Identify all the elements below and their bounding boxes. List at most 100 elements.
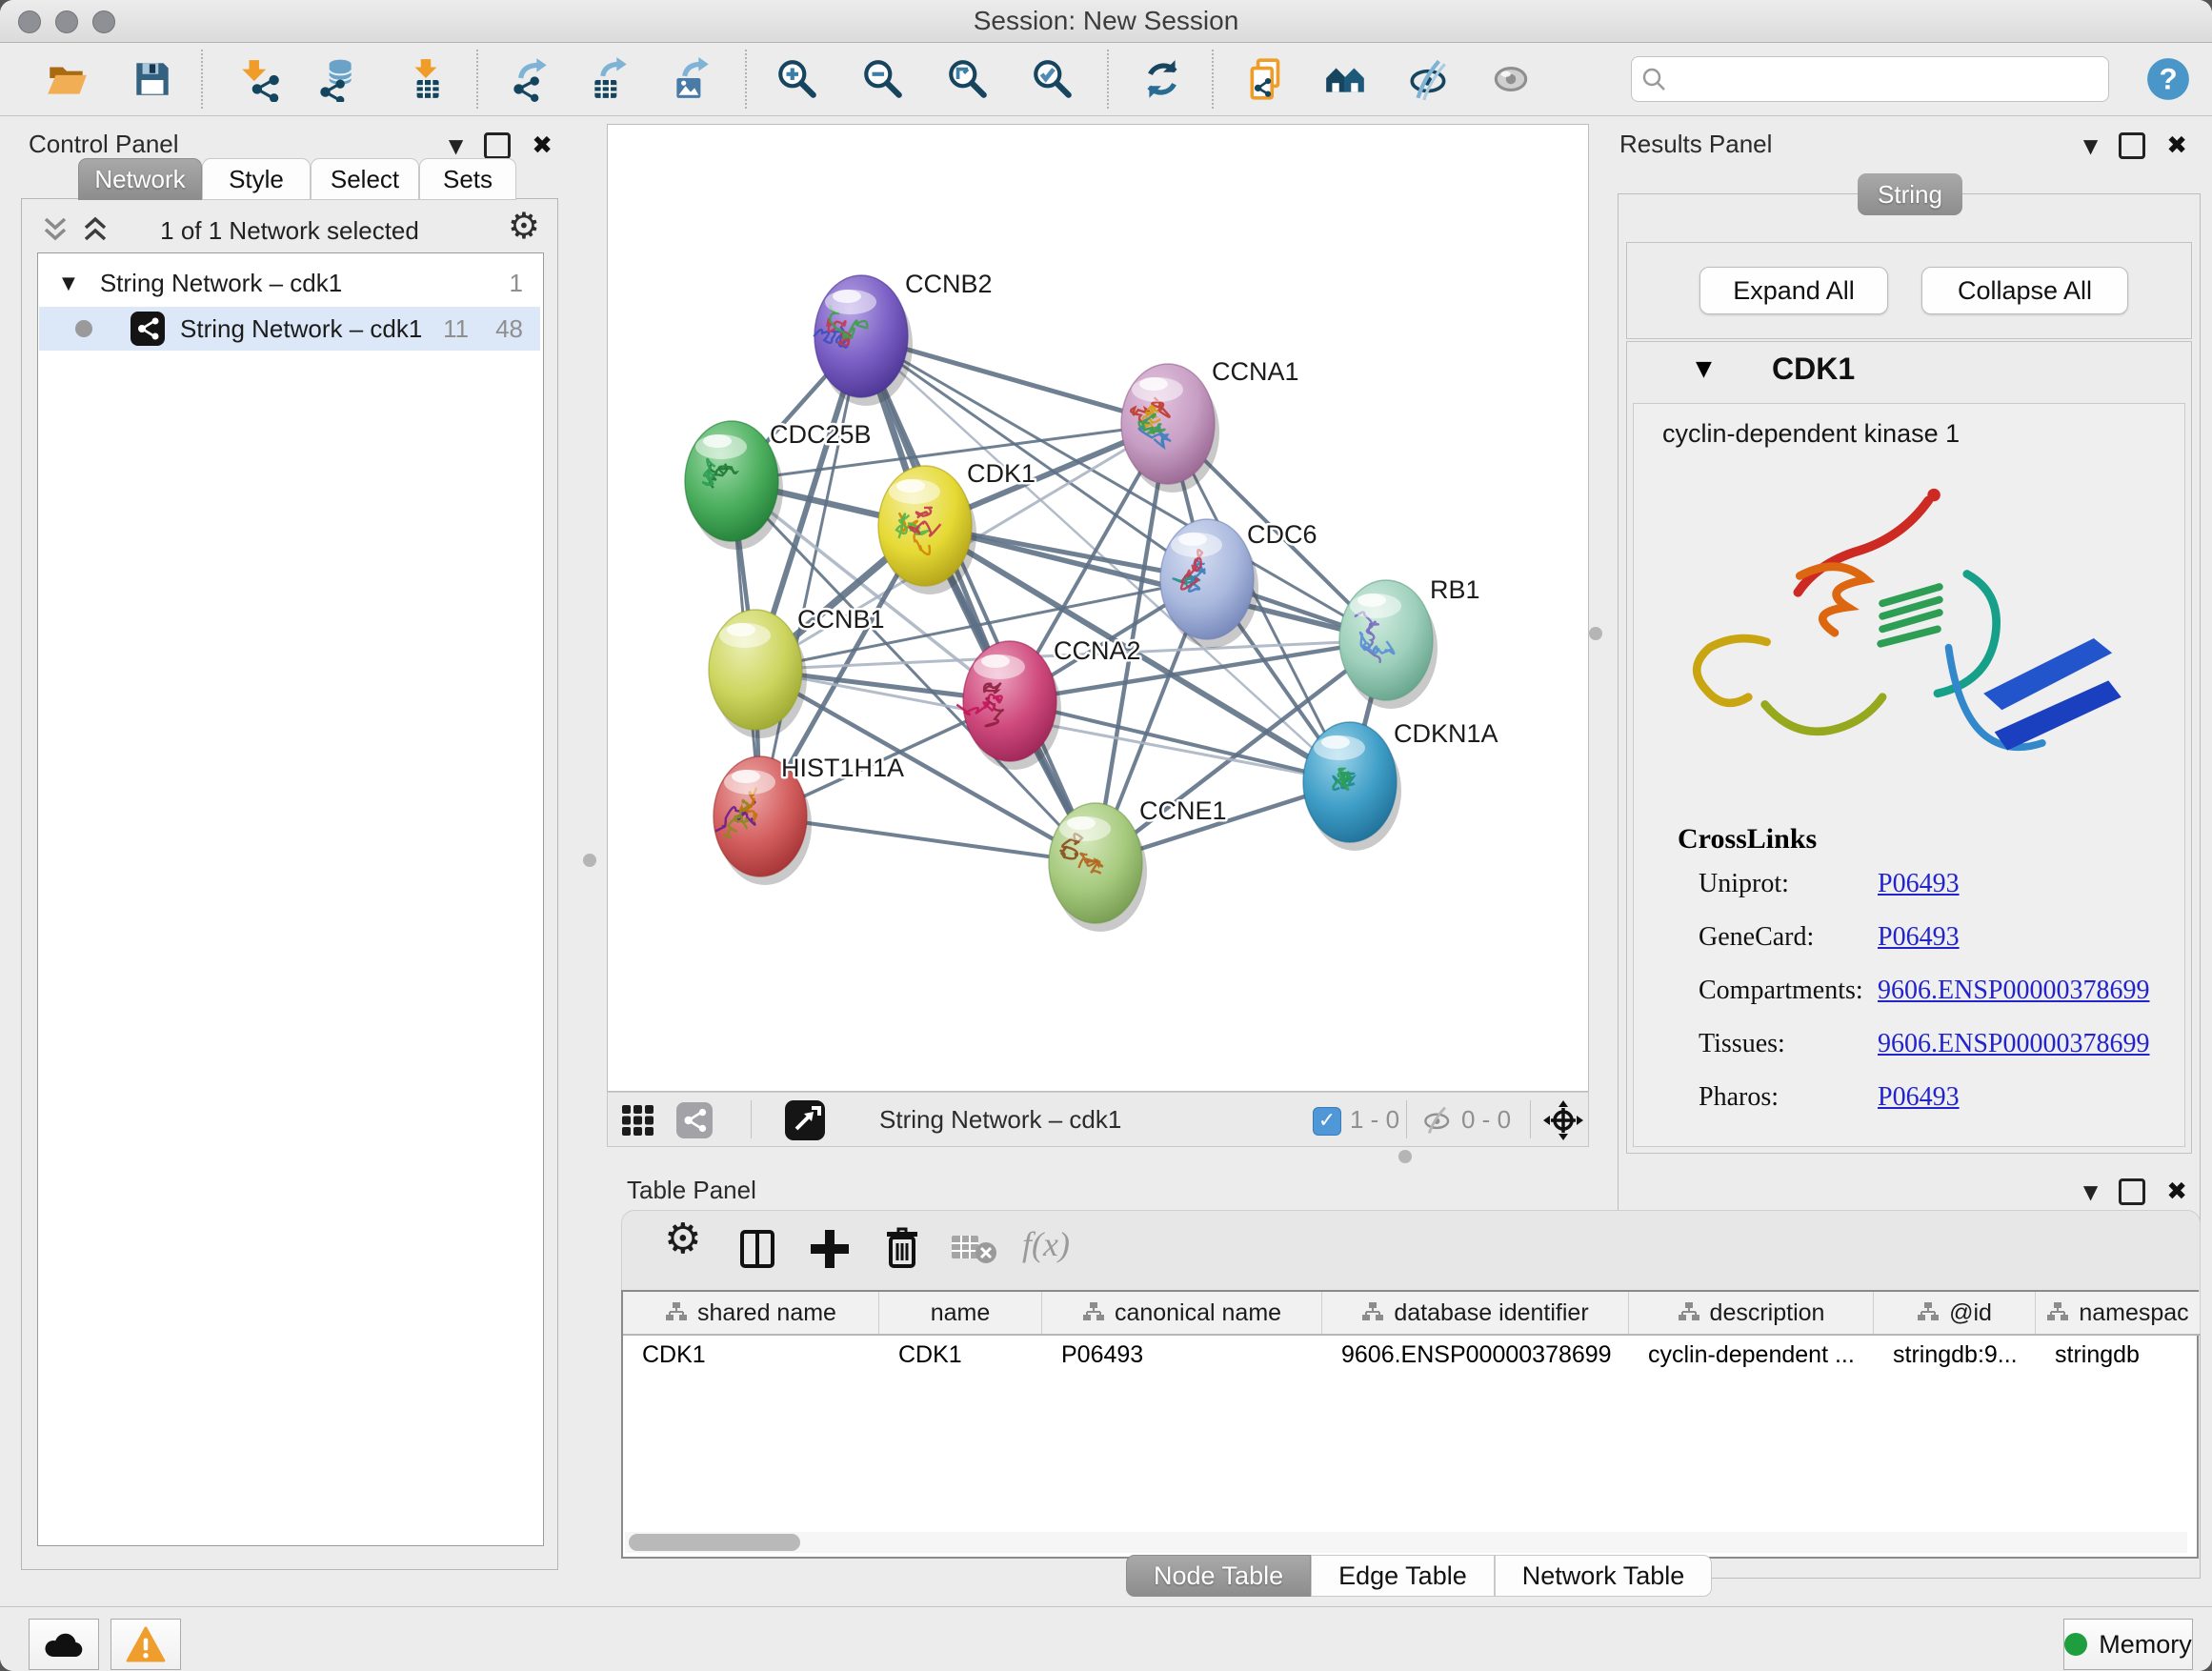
crosslink-value-link[interactable]: 9606.ENSP00000378699: [1878, 1029, 2149, 1059]
pan-crosshair-icon[interactable]: [1543, 1100, 1583, 1140]
close-panel-icon[interactable]: ✖: [2166, 131, 2187, 160]
crosslink-value-link[interactable]: P06493: [1878, 1082, 1960, 1113]
crosslink-value-link[interactable]: P06493: [1878, 869, 1960, 899]
table-row[interactable]: CDK1CDK1P064939606.ENSP00000378699cyclin…: [623, 1336, 2201, 1374]
network-canvas[interactable]: CCNB2CCNA1CDC25BCDK1CDC6RB1CCNB1CCNA2CDK…: [607, 124, 1589, 1092]
tab-network[interactable]: Network: [78, 158, 202, 200]
table-hscrollbar[interactable]: [625, 1532, 2187, 1553]
float-panel-icon[interactable]: [2119, 1178, 2145, 1205]
selected-checkbox[interactable]: ✓: [1313, 1107, 1341, 1136]
new-network-from-selection-button[interactable]: [1244, 56, 1290, 102]
gene-name: CDK1: [1772, 352, 1855, 387]
help-button[interactable]: ?: [2145, 56, 2191, 102]
cloud-status-button[interactable]: [29, 1619, 99, 1670]
tab-select[interactable]: Select: [311, 158, 419, 200]
panel-menu-icon[interactable]: ▼: [449, 134, 463, 157]
network-collection-row[interactable]: ▼ String Network – cdk1 1: [39, 261, 540, 305]
column-header-canonical-name[interactable]: canonical name: [1042, 1292, 1322, 1334]
expand-all-button[interactable]: Expand All: [1699, 267, 1888, 314]
crosslinks-title: CrossLinks: [1678, 823, 1817, 856]
collection-label: String Network – cdk1: [100, 269, 510, 298]
crosslink-value-link[interactable]: P06493: [1878, 922, 1960, 953]
network-options-gear-icon[interactable]: ⚙: [508, 205, 540, 247]
grid-view-icon[interactable]: [621, 1104, 655, 1137]
zoom-selected-button[interactable]: [1030, 56, 1076, 102]
warnings-button[interactable]: [111, 1619, 181, 1670]
collapse-tree-icon[interactable]: ▼: [62, 273, 75, 293]
help-icon: ?: [2145, 56, 2191, 102]
column-tree-icon: [665, 1301, 688, 1324]
table-hscrollbar-thumb[interactable]: [629, 1534, 800, 1551]
crosslink-label: Compartments:: [1699, 976, 1863, 1006]
zoom-in-icon: [774, 56, 820, 102]
export-network-button[interactable]: [507, 56, 553, 102]
houses-icon: [1322, 56, 1368, 102]
hide-selection-button[interactable]: [1406, 56, 1452, 102]
node-count: 11: [443, 314, 469, 344]
right-splitter-handle[interactable]: [1589, 627, 1602, 640]
documents-network-icon: [1244, 56, 1290, 102]
table-options-gear-icon[interactable]: ⚙: [664, 1215, 701, 1263]
column-tree-icon: [1361, 1301, 1384, 1324]
birds-eye-view-icon[interactable]: [785, 1100, 825, 1140]
first-neighbors-button[interactable]: [1322, 56, 1368, 102]
crosslink-value-link[interactable]: 9606.ENSP00000378699: [1878, 976, 2149, 1006]
close-panel-icon[interactable]: ✖: [532, 131, 553, 160]
network-graph: CCNB2CCNA1CDC25BCDK1CDC6RB1CCNB1CCNA2CDK…: [608, 125, 1588, 1091]
close-panel-icon[interactable]: ✖: [2166, 1178, 2187, 1206]
node-label-CCNA2: CCNA2: [1054, 636, 1141, 665]
left-splitter-handle[interactable]: [583, 854, 596, 867]
add-column-icon[interactable]: [805, 1224, 855, 1274]
column-header-description[interactable]: description: [1629, 1292, 1874, 1334]
tab-edge-table[interactable]: Edge Table: [1311, 1555, 1495, 1597]
toolbar-separator: [745, 50, 747, 109]
edge-CCNB2-HIST1H1A[interactable]: [760, 336, 861, 816]
panel-menu-icon[interactable]: ▼: [2083, 134, 2098, 157]
tab-sets[interactable]: Sets: [419, 158, 516, 200]
collapse-all-button[interactable]: Collapse All: [1921, 267, 2128, 314]
svg-text:?: ?: [2159, 62, 2177, 95]
import-network-database-button[interactable]: [313, 56, 359, 102]
node-label-CCNA1: CCNA1: [1212, 357, 1299, 386]
tab-string[interactable]: String: [1858, 173, 1962, 215]
search-input[interactable]: [1676, 65, 2108, 94]
memory-button[interactable]: Memory: [2063, 1619, 2193, 1670]
float-panel-icon[interactable]: [2119, 132, 2145, 159]
column-header-name[interactable]: name: [879, 1292, 1042, 1334]
column-header-label: description: [1710, 1299, 1825, 1327]
panel-menu-icon[interactable]: ▼: [2083, 1180, 2098, 1203]
tab-node-table[interactable]: Node Table: [1126, 1555, 1311, 1597]
export-table-button[interactable]: [587, 56, 633, 102]
open-session-button[interactable]: [44, 56, 90, 102]
horizontal-splitter-handle[interactable]: [1398, 1150, 1412, 1163]
zoom-in-button[interactable]: [774, 56, 820, 102]
import-network-file-button[interactable]: [237, 56, 283, 102]
column-header--id[interactable]: @id: [1874, 1292, 2036, 1334]
delete-table-icon[interactable]: [950, 1232, 999, 1266]
show-all-button[interactable]: [1488, 56, 1534, 102]
apply-layout-button[interactable]: [1139, 56, 1185, 102]
zoom-fit-button[interactable]: [945, 56, 991, 102]
import-table-file-button[interactable]: [403, 56, 449, 102]
crosslink-label: Uniprot:: [1699, 869, 1789, 899]
edge-CCNB2-CCNE1[interactable]: [861, 336, 1096, 863]
tab-network-table[interactable]: Network Table: [1495, 1555, 1713, 1597]
export-image-button[interactable]: [669, 56, 714, 102]
column-header-shared-name[interactable]: shared name: [623, 1292, 879, 1334]
save-session-button[interactable]: [130, 56, 175, 102]
delete-column-icon[interactable]: [877, 1224, 927, 1274]
zoom-fit-icon: [945, 56, 991, 102]
float-panel-icon[interactable]: [484, 132, 511, 159]
network-row-selected[interactable]: String Network – cdk1 11 48: [39, 307, 540, 351]
tab-style[interactable]: Style: [202, 158, 311, 200]
function-builder-icon[interactable]: f(x): [1022, 1224, 1070, 1264]
node-label-CCNE1: CCNE1: [1139, 796, 1227, 825]
zoom-out-button[interactable]: [860, 56, 906, 102]
show-columns-icon[interactable]: [733, 1224, 782, 1274]
collapse-section-icon[interactable]: ▼: [1696, 357, 1712, 381]
column-header-namespac[interactable]: namespac: [2036, 1292, 2201, 1334]
search-field[interactable]: [1631, 56, 2109, 102]
column-header-label: name: [931, 1299, 991, 1327]
network-share-view-icon[interactable]: [676, 1102, 713, 1138]
column-header-database-identifier[interactable]: database identifier: [1322, 1292, 1629, 1334]
